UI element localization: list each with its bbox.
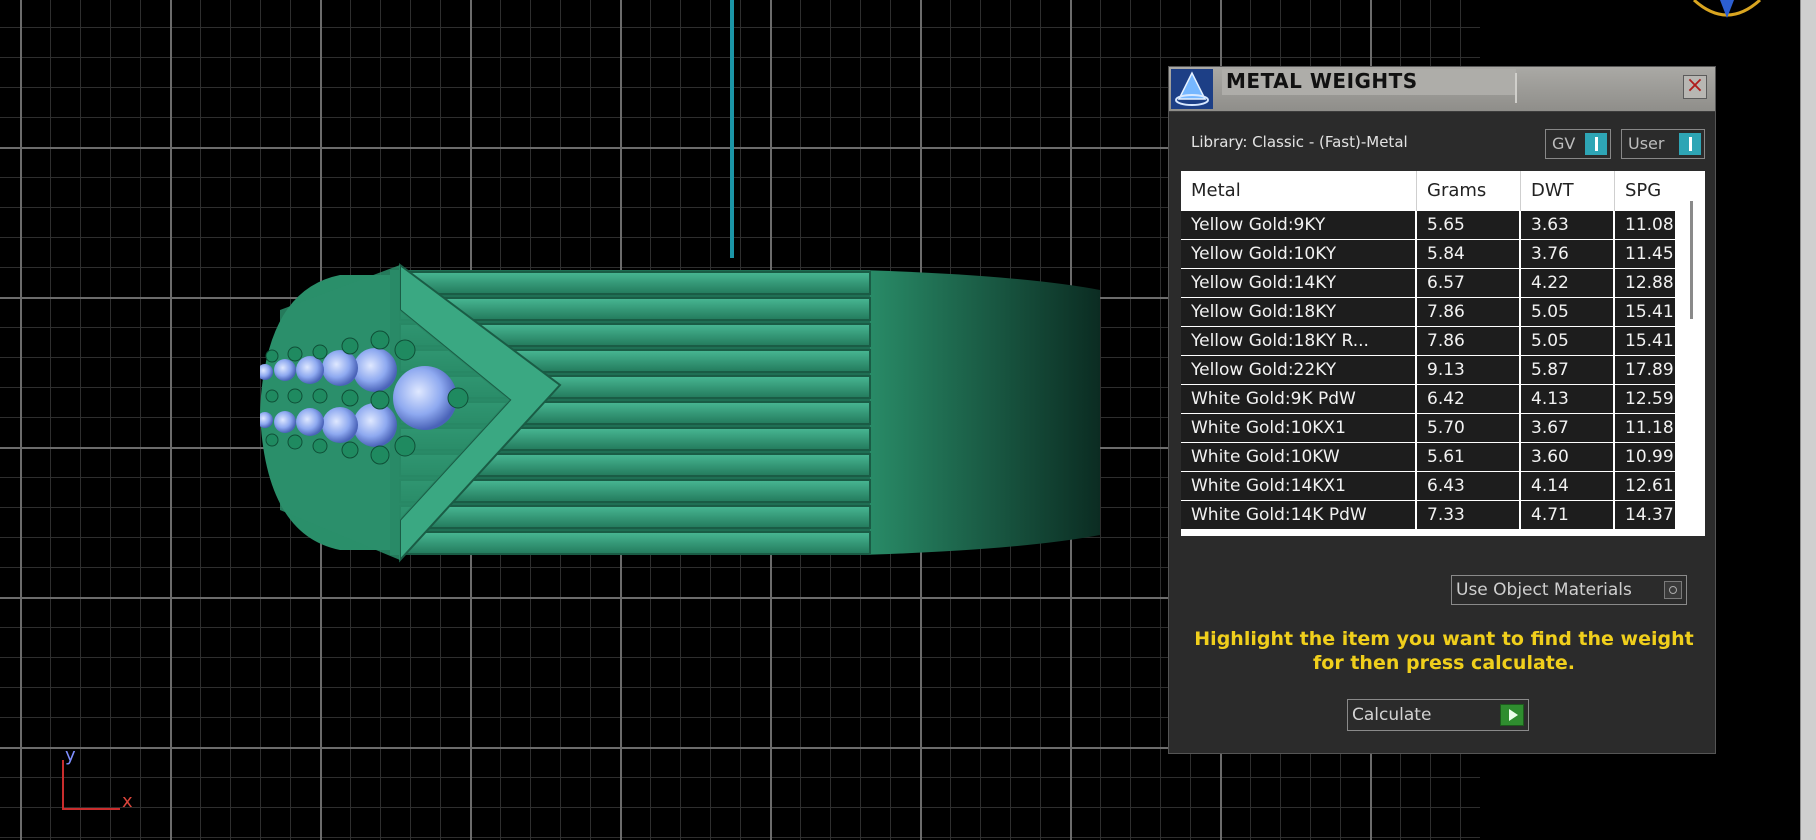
- window-edge-scrollbar[interactable]: [1800, 0, 1816, 840]
- gv-toggle-label: GV: [1552, 134, 1576, 153]
- dwt-cell: 4.14: [1521, 472, 1615, 500]
- table-row[interactable]: Yellow Gold:9KY 5.65 3.63 11.08: [1181, 211, 1675, 240]
- metal-cell: White Gold:10KW: [1181, 443, 1417, 471]
- grams-cell: 9.13: [1417, 356, 1521, 384]
- table-row[interactable]: Yellow Gold:14KY 6.57 4.22 12.88: [1181, 269, 1675, 298]
- dwt-cell: 4.71: [1521, 501, 1615, 529]
- grams-cell: 7.86: [1417, 298, 1521, 326]
- spg-cell: 15.41: [1625, 331, 1674, 351]
- column-header-metal[interactable]: Metal: [1181, 171, 1417, 211]
- calculate-label: Calculate: [1352, 705, 1432, 725]
- instruction-line-1: Highlight the item you want to find the …: [1194, 628, 1694, 650]
- calculate-button[interactable]: Calculate: [1347, 699, 1529, 731]
- table-row[interactable]: White Gold:10KW 5.61 3.60 10.99: [1181, 443, 1675, 472]
- dwt-cell: 5.87: [1521, 356, 1615, 384]
- spg-cell: 12.59: [1625, 389, 1674, 409]
- metal-cell: Yellow Gold:18KY: [1181, 298, 1417, 326]
- spg-cell: 12.88: [1625, 273, 1674, 293]
- table-header: Metal Grams DWT SPG: [1181, 171, 1675, 212]
- grams-cell: 5.65: [1417, 211, 1521, 239]
- spg-cell: 15.41: [1625, 302, 1674, 322]
- spg-cell: 10.99: [1625, 447, 1674, 467]
- grams-cell: 6.43: [1417, 472, 1521, 500]
- metal-weights-panel: METAL WEIGHTS × Library: Classic - (Fast…: [1168, 66, 1716, 754]
- axis-gizmo-x-line: [62, 808, 120, 810]
- metal-cell: Yellow Gold:10KY: [1181, 240, 1417, 268]
- metal-cell: White Gold:14KX1: [1181, 472, 1417, 500]
- instruction-line-2: for then press calculate.: [1313, 652, 1575, 674]
- ring-3d-model[interactable]: [260, 250, 1190, 575]
- metal-cell: Yellow Gold:18KY R...: [1181, 327, 1417, 355]
- dwt-cell: 5.05: [1521, 327, 1615, 355]
- table-row[interactable]: White Gold:14K PdW 7.33 4.71 14.37: [1181, 501, 1675, 530]
- spg-cell: 11.08: [1625, 215, 1674, 235]
- grams-cell: 7.33: [1417, 501, 1521, 529]
- use-object-materials-toggle[interactable]: Use Object Materials: [1451, 575, 1687, 605]
- spg-cell: 11.45: [1625, 244, 1674, 264]
- user-toggle[interactable]: User: [1621, 129, 1705, 159]
- axis-gizmo: y x: [55, 745, 145, 815]
- spg-cell: 11.18: [1625, 418, 1674, 438]
- grams-cell: 5.61: [1417, 443, 1521, 471]
- grams-cell: 5.84: [1417, 240, 1521, 268]
- radio-icon: [1664, 581, 1682, 599]
- close-icon[interactable]: ×: [1683, 75, 1707, 99]
- axis-gizmo-y-line: [62, 760, 64, 810]
- dwt-cell: 3.67: [1521, 414, 1615, 442]
- user-toggle-label: User: [1628, 134, 1665, 153]
- library-label: Library: Classic - (Fast)-Metal: [1191, 133, 1408, 151]
- column-header-dwt[interactable]: DWT: [1521, 171, 1615, 211]
- dwt-cell: 5.05: [1521, 298, 1615, 326]
- gv-toggle[interactable]: GV: [1545, 129, 1611, 159]
- y-axis-line: [730, 0, 734, 258]
- column-header-grams[interactable]: Grams: [1417, 171, 1521, 211]
- table-vertical-scrollbar[interactable]: [1690, 201, 1693, 319]
- table-row[interactable]: Yellow Gold:10KY 5.84 3.76 11.45: [1181, 240, 1675, 269]
- table-row[interactable]: Yellow Gold:22KY 9.13 5.87 17.89: [1181, 356, 1675, 385]
- table-row[interactable]: Yellow Gold:18KY 7.86 5.05 15.41: [1181, 298, 1675, 327]
- table-row[interactable]: Yellow Gold:18KY R... 7.86 5.05 15.41: [1181, 327, 1675, 356]
- metal-cell: White Gold:10KX1: [1181, 414, 1417, 442]
- grams-cell: 6.57: [1417, 269, 1521, 297]
- gemvision-logo-icon: [1171, 69, 1213, 109]
- dwt-cell: 3.76: [1521, 240, 1615, 268]
- toggle-knob-icon: [1679, 133, 1701, 155]
- spg-cell: 14.37: [1625, 505, 1674, 525]
- table-row[interactable]: White Gold:14KX1 6.43 4.14 12.61: [1181, 472, 1675, 501]
- spg-cell: 12.61: [1625, 476, 1674, 496]
- column-header-spg[interactable]: SPG: [1615, 171, 1675, 211]
- grams-cell: 6.42: [1417, 385, 1521, 413]
- metal-cell: Yellow Gold:9KY: [1181, 211, 1417, 239]
- axis-y-label: y: [65, 745, 76, 766]
- metal-table[interactable]: Metal Grams DWT SPG Yellow Gold:9KY 5.65…: [1181, 171, 1705, 536]
- title-separator: [1515, 73, 1517, 103]
- table-rows: Yellow Gold:9KY 5.65 3.63 11.08 Yellow G…: [1181, 211, 1675, 530]
- spg-cell: 17.89: [1625, 360, 1674, 380]
- metal-cell: White Gold:14K PdW: [1181, 501, 1417, 529]
- metal-cell: Yellow Gold:14KY: [1181, 269, 1417, 297]
- grams-cell: 7.86: [1417, 327, 1521, 355]
- axis-x-label: x: [122, 791, 133, 812]
- table-row[interactable]: White Gold:10KX1 5.70 3.67 11.18: [1181, 414, 1675, 443]
- use-object-materials-label: Use Object Materials: [1456, 580, 1632, 600]
- play-icon: [1500, 704, 1524, 726]
- gemvision-logo-icon: [1692, 0, 1762, 18]
- table-row[interactable]: White Gold:9K PdW 6.42 4.13 12.59: [1181, 385, 1675, 414]
- dwt-cell: 3.63: [1521, 211, 1615, 239]
- toggle-knob-icon: [1585, 133, 1607, 155]
- dwt-cell: 4.13: [1521, 385, 1615, 413]
- dwt-cell: 4.22: [1521, 269, 1615, 297]
- dwt-cell: 3.60: [1521, 443, 1615, 471]
- instruction-text: Highlight the item you want to find the …: [1189, 627, 1699, 675]
- panel-title: METAL WEIGHTS: [1222, 69, 1516, 95]
- metal-cell: White Gold:9K PdW: [1181, 385, 1417, 413]
- metal-cell: Yellow Gold:22KY: [1181, 356, 1417, 384]
- panel-titlebar[interactable]: METAL WEIGHTS ×: [1169, 67, 1715, 112]
- grams-cell: 5.70: [1417, 414, 1521, 442]
